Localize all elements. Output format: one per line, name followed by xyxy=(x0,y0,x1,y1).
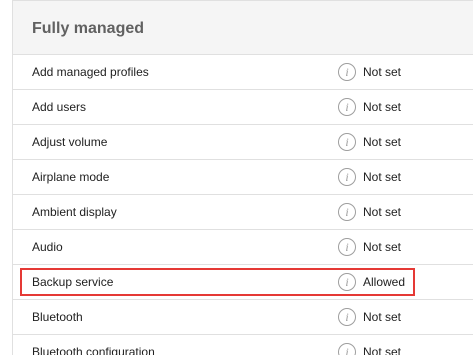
setting-row-backup-service[interactable]: Backup service i Allowed xyxy=(13,265,473,300)
info-icon[interactable]: i xyxy=(338,98,356,116)
setting-value: Not set xyxy=(363,310,402,324)
setting-label: Bluetooth xyxy=(32,310,83,324)
setting-label: Adjust volume xyxy=(32,135,108,149)
info-icon[interactable]: i xyxy=(338,168,356,186)
setting-value: Not set xyxy=(363,170,402,184)
info-icon[interactable]: i xyxy=(338,238,356,256)
setting-row-adjust-volume[interactable]: Adjust volume i Not set xyxy=(13,125,473,160)
setting-label: Ambient display xyxy=(32,205,117,219)
setting-label: Backup service xyxy=(32,275,114,289)
setting-row-ambient-display[interactable]: Ambient display i Not set xyxy=(13,195,473,230)
policy-panel: Fully managed Add managed profiles i Not… xyxy=(12,0,473,355)
setting-value: Not set xyxy=(363,100,402,114)
setting-row-add-managed-profiles[interactable]: Add managed profiles i Not set xyxy=(13,55,473,90)
setting-value: Allowed xyxy=(363,275,406,289)
info-icon[interactable]: i xyxy=(338,308,356,326)
setting-label: Add users xyxy=(32,100,87,114)
setting-row-airplane-mode[interactable]: Airplane mode i Not set xyxy=(13,160,473,195)
setting-row-audio[interactable]: Audio i Not set xyxy=(13,230,473,265)
setting-label: Airplane mode xyxy=(32,170,110,184)
setting-value: Not set xyxy=(363,240,402,254)
info-icon[interactable]: i xyxy=(338,203,356,221)
info-icon[interactable]: i xyxy=(338,63,356,81)
section-header: Fully managed xyxy=(13,1,473,55)
setting-row-bluetooth-configuration[interactable]: Bluetooth configuration i Not set xyxy=(13,335,473,355)
setting-label: Add managed profiles xyxy=(32,65,149,79)
setting-value: Not set xyxy=(363,205,402,219)
setting-row-add-users[interactable]: Add users i Not set xyxy=(13,90,473,125)
setting-value: Not set xyxy=(363,65,402,79)
setting-label: Audio xyxy=(32,240,63,254)
section-title: Fully managed xyxy=(32,19,145,37)
setting-value: Not set xyxy=(363,135,402,149)
info-icon[interactable]: i xyxy=(338,133,356,151)
setting-row-bluetooth[interactable]: Bluetooth i Not set xyxy=(13,300,473,335)
info-icon[interactable]: i xyxy=(338,273,356,291)
setting-value: Not set xyxy=(363,345,402,355)
setting-label: Bluetooth configuration xyxy=(32,345,155,355)
info-icon[interactable]: i xyxy=(338,343,356,355)
